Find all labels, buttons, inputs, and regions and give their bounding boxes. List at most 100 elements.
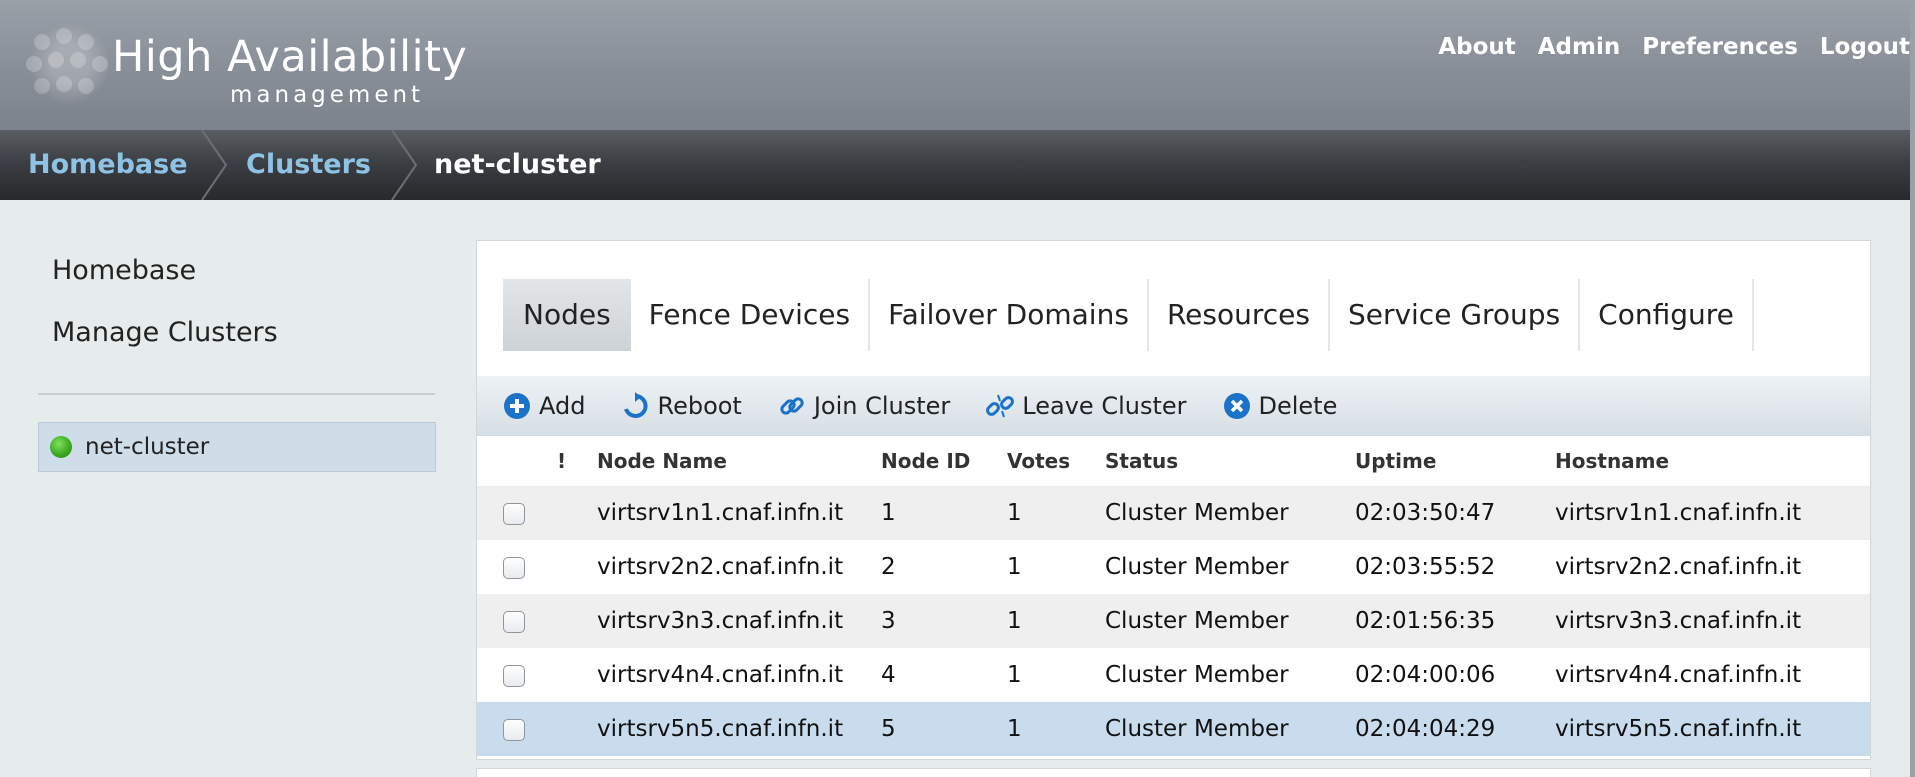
sidebar-divider	[38, 393, 435, 395]
hostname-cell: virtsrv1n1.cnaf.infn.it	[1555, 486, 1870, 540]
delete-icon	[1223, 392, 1251, 420]
column-header-node-name[interactable]: Node Name	[597, 436, 881, 486]
sidebar-link-manage-clusters[interactable]: Manage Clusters	[52, 317, 278, 348]
node-toolbar: Add Reboot Join Cluster Leave Cluster De…	[477, 376, 1870, 436]
node-id-cell: 2	[881, 540, 1007, 594]
status-cell: Cluster Member	[1105, 486, 1355, 540]
leave-cluster-label: Leave Cluster	[1022, 392, 1187, 420]
sidebar-link-homebase[interactable]: Homebase	[52, 255, 196, 286]
table-row-selected[interactable]: virtsrv5n5.cnaf.infn.it 5 1 Cluster Memb…	[477, 702, 1870, 756]
hostname-cell: virtsrv2n2.cnaf.infn.it	[1555, 540, 1870, 594]
table-header-row: ! Node Name Node ID Votes Status Uptime …	[477, 436, 1870, 486]
votes-cell: 1	[1007, 648, 1105, 702]
join-cluster-button[interactable]: Join Cluster	[778, 392, 950, 420]
table-row[interactable]: virtsrv4n4.cnaf.infn.it 4 1 Cluster Memb…	[477, 648, 1870, 702]
node-name-cell: virtsrv4n4.cnaf.infn.it	[597, 648, 881, 702]
row-checkbox[interactable]	[503, 718, 525, 741]
node-id-cell: 1	[881, 486, 1007, 540]
reboot-button[interactable]: Reboot	[621, 392, 742, 420]
hostname-cell: virtsrv3n3.cnaf.infn.it	[1555, 594, 1870, 648]
app-logo: High Availability management	[20, 14, 467, 114]
secondary-panel-edge	[476, 768, 1871, 777]
table-row[interactable]: virtsrv3n3.cnaf.infn.it 3 1 Cluster Memb…	[477, 594, 1870, 648]
node-id-cell: 3	[881, 594, 1007, 648]
link-icon	[778, 392, 806, 420]
table-row[interactable]: virtsrv1n1.cnaf.infn.it 1 1 Cluster Memb…	[477, 486, 1870, 540]
sidebar-item-label: net-cluster	[85, 434, 210, 460]
join-cluster-label: Join Cluster	[813, 392, 951, 420]
row-select-cell	[477, 486, 557, 540]
status-cell: Cluster Member	[1105, 648, 1355, 702]
logo-dots-icon	[20, 18, 120, 110]
breadcrumb-separator-icon	[391, 130, 418, 200]
table-row[interactable]: virtsrv2n2.cnaf.infn.it 2 1 Cluster Memb…	[477, 540, 1870, 594]
admin-link[interactable]: Admin	[1538, 34, 1621, 60]
uptime-cell: 02:04:00:06	[1355, 648, 1555, 702]
row-select-cell	[477, 540, 557, 594]
tab-service-groups[interactable]: Service Groups	[1330, 279, 1581, 351]
uptime-cell: 02:01:56:35	[1355, 594, 1555, 648]
node-id-cell: 5	[881, 702, 1007, 756]
row-select-cell	[477, 702, 557, 756]
tab-resources[interactable]: Resources	[1149, 279, 1330, 351]
status-ok-icon	[50, 436, 72, 458]
node-id-cell: 4	[881, 648, 1007, 702]
tab-bar: Nodes Fence Devices Failover Domains Res…	[503, 279, 1754, 351]
node-name-cell: virtsrv1n1.cnaf.infn.it	[597, 486, 881, 540]
row-checkbox[interactable]	[503, 502, 525, 525]
add-button[interactable]: Add	[503, 392, 585, 420]
votes-cell: 1	[1007, 594, 1105, 648]
reboot-icon	[621, 392, 649, 420]
breadcrumb-homebase[interactable]: Homebase	[28, 130, 188, 200]
logout-link[interactable]: Logout	[1820, 34, 1910, 60]
reboot-label: Reboot	[657, 392, 742, 420]
breadcrumb-current: net-cluster	[434, 149, 601, 180]
window-edge	[1910, 0, 1915, 777]
status-cell: Cluster Member	[1105, 702, 1355, 756]
votes-cell: 1	[1007, 486, 1105, 540]
leave-cluster-button[interactable]: Leave Cluster	[986, 392, 1187, 420]
broken-link-icon	[986, 392, 1015, 420]
app-header: High Availability management About Admin…	[0, 0, 1915, 130]
column-header-select	[477, 436, 557, 486]
votes-cell: 1	[1007, 540, 1105, 594]
uptime-cell: 02:03:55:52	[1355, 540, 1555, 594]
column-header-alert[interactable]: !	[557, 436, 597, 486]
tab-nodes[interactable]: Nodes	[503, 279, 631, 351]
status-cell: Cluster Member	[1105, 540, 1355, 594]
about-link[interactable]: About	[1438, 34, 1515, 60]
uptime-cell: 02:04:04:29	[1355, 702, 1555, 756]
row-select-cell	[477, 594, 557, 648]
column-header-node-id[interactable]: Node ID	[881, 436, 1007, 486]
sidebar-item-net-cluster[interactable]: net-cluster	[38, 422, 436, 472]
alert-cell	[557, 486, 597, 540]
add-label: Add	[539, 392, 586, 420]
hostname-cell: virtsrv5n5.cnaf.infn.it	[1555, 702, 1870, 756]
column-header-votes[interactable]: Votes	[1007, 436, 1105, 486]
preferences-link[interactable]: Preferences	[1642, 34, 1798, 60]
alert-cell	[557, 594, 597, 648]
top-nav: About Admin Preferences Logout	[1438, 34, 1910, 60]
alert-cell	[557, 702, 597, 756]
votes-cell: 1	[1007, 702, 1105, 756]
hostname-cell: virtsrv4n4.cnaf.infn.it	[1555, 648, 1870, 702]
column-header-hostname[interactable]: Hostname	[1555, 436, 1870, 486]
tab-fence-devices[interactable]: Fence Devices	[631, 279, 871, 351]
column-header-uptime[interactable]: Uptime	[1355, 436, 1555, 486]
tab-failover-domains[interactable]: Failover Domains	[870, 279, 1149, 351]
breadcrumb-clusters[interactable]: Clusters	[246, 130, 371, 200]
breadcrumb-separator-icon	[201, 130, 228, 200]
row-checkbox[interactable]	[503, 610, 525, 633]
row-checkbox[interactable]	[503, 556, 525, 579]
delete-button[interactable]: Delete	[1223, 392, 1337, 420]
nodes-table: ! Node Name Node ID Votes Status Uptime …	[477, 436, 1870, 756]
tab-configure[interactable]: Configure	[1580, 279, 1754, 351]
breadcrumb: Homebase Clusters net-cluster	[0, 130, 1915, 200]
logo-subtitle: management	[230, 82, 425, 108]
uptime-cell: 02:03:50:47	[1355, 486, 1555, 540]
row-select-cell	[477, 648, 557, 702]
row-checkbox[interactable]	[503, 664, 525, 687]
status-cell: Cluster Member	[1105, 594, 1355, 648]
node-name-cell: virtsrv5n5.cnaf.infn.it	[597, 702, 881, 756]
column-header-status[interactable]: Status	[1105, 436, 1355, 486]
